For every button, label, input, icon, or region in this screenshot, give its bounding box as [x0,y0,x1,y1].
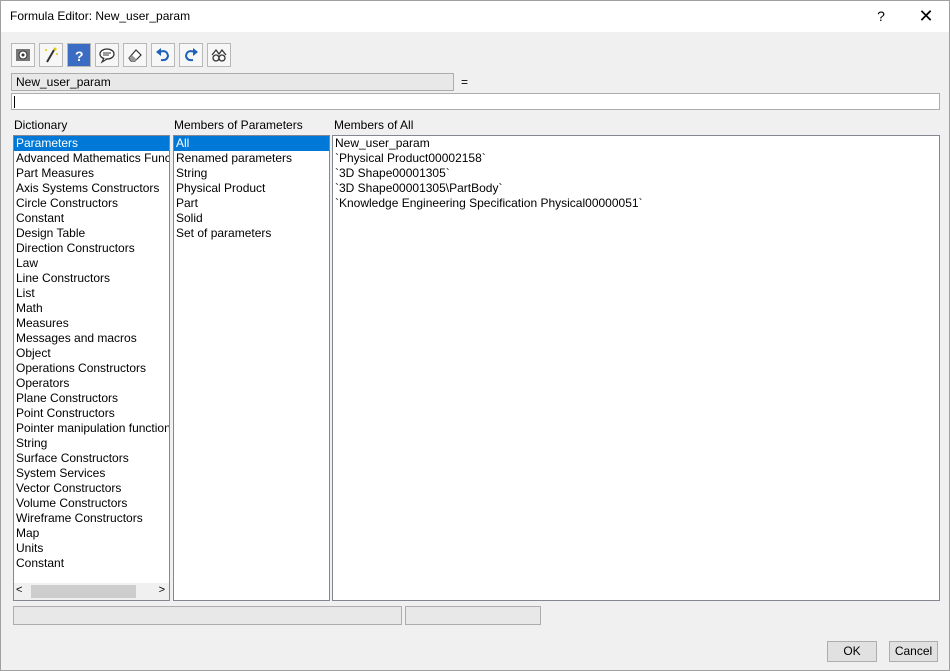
scroll-left-arrow-icon[interactable]: < [16,584,22,596]
cancel-button[interactable]: Cancel [889,641,938,662]
redo-icon[interactable] [179,43,203,67]
dictionary-item[interactable]: Surface Constructors [14,451,169,466]
dictionary-item[interactable]: Vector Constructors [14,481,169,496]
dictionary-item[interactable]: Constant [14,211,169,226]
members-of-parameters-item[interactable]: Set of parameters [174,226,329,241]
dictionary-label: Dictionary [14,118,68,132]
binoculars-icon[interactable] [207,43,231,67]
members-of-all-item[interactable]: `3D Shape00001305\PartBody` [333,181,939,196]
members-of-parameters-item[interactable]: Physical Product [174,181,329,196]
window-title: Formula Editor: New_user_param [10,9,191,23]
members-of-parameters-item[interactable]: Part [174,196,329,211]
dictionary-item[interactable]: Parameters [14,136,169,151]
magic-wand-icon[interactable] [39,43,63,67]
members-of-parameters-list[interactable]: All Renamed parameters String Physical Prod… [173,135,330,601]
members-of-all-list[interactable]: New_user_param `Physical Product00002158`… [332,135,940,601]
eraser-icon[interactable] [123,43,147,67]
dictionary-item[interactable]: Constant [14,556,169,571]
dictionary-item[interactable]: Line Constructors [14,271,169,286]
members-of-all-item[interactable]: `Physical Product00002158` [333,151,939,166]
dictionary-item[interactable]: List [14,286,169,301]
settings-gear-icon[interactable] [11,43,35,67]
formula-input[interactable] [11,93,940,110]
dictionary-item[interactable]: Axis Systems Constructors [14,181,169,196]
dictionary-item[interactable]: Direction Constructors [14,241,169,256]
dictionary-item[interactable]: Volume Constructors [14,496,169,511]
dictionary-item[interactable]: Design Table [14,226,169,241]
dictionary-item[interactable]: System Services [14,466,169,481]
dictionary-item[interactable]: Operations Constructors [14,361,169,376]
dictionary-item[interactable]: Pointer manipulation functions [14,421,169,436]
members-of-parameters-item[interactable]: All [174,136,329,151]
dictionary-item[interactable]: Operators [14,376,169,391]
dictionary-item[interactable]: Map [14,526,169,541]
parameter-name-field: New_user_param [11,73,454,91]
members-of-parameters-label: Members of Parameters [174,118,303,132]
dictionary-item[interactable]: Plane Constructors [14,391,169,406]
formula-editor-window: Formula Editor: New_user_param ? ✕ ? New… [0,0,950,671]
members-of-parameters-item[interactable]: String [174,166,329,181]
members-of-all-item[interactable]: New_user_param [333,136,939,151]
dictionary-item[interactable]: String [14,436,169,451]
dictionary-item[interactable]: Point Constructors [14,406,169,421]
dictionary-item[interactable]: Wireframe Constructors [14,511,169,526]
dictionary-item[interactable]: Object [14,346,169,361]
dictionary-item[interactable]: Part Measures [14,166,169,181]
svg-text:?: ? [75,48,84,64]
dictionary-item[interactable]: Measures [14,316,169,331]
status-field-left [13,606,402,625]
close-button[interactable]: ✕ [904,1,948,32]
help-button[interactable]: ? [859,1,903,32]
dictionary-item[interactable]: Advanced Mathematics Functions [14,151,169,166]
scroll-thumb[interactable] [31,585,136,598]
dictionary-item[interactable]: Circle Constructors [14,196,169,211]
members-of-parameters-item[interactable]: Renamed parameters [174,151,329,166]
ok-button[interactable]: OK [827,641,877,662]
text-caret [14,96,15,108]
members-of-all-item[interactable]: `3D Shape00001305` [333,166,939,181]
dictionary-item[interactable]: Units [14,541,169,556]
members-of-all-item[interactable]: `Knowledge Engineering Specification Phy… [333,196,939,211]
undo-icon[interactable] [151,43,175,67]
scroll-right-arrow-icon[interactable]: > [159,584,165,596]
dictionary-list[interactable]: ParametersAdvanced Mathematics Functions… [13,135,170,601]
members-of-parameters-item[interactable]: Solid [174,211,329,226]
equals-sign: = [461,75,469,89]
dictionary-item[interactable]: Law [14,256,169,271]
members-of-all-label: Members of All [334,118,414,132]
title-bar: Formula Editor: New_user_param ? ✕ [1,1,949,32]
dictionary-item[interactable]: Math [14,301,169,316]
status-field-right [405,606,541,625]
dictionary-item[interactable]: Messages and macros [14,331,169,346]
help-icon[interactable]: ? [67,43,91,67]
speech-bubble-icon[interactable] [95,43,119,67]
dictionary-horizontal-scrollbar[interactable]: < > [14,583,169,600]
